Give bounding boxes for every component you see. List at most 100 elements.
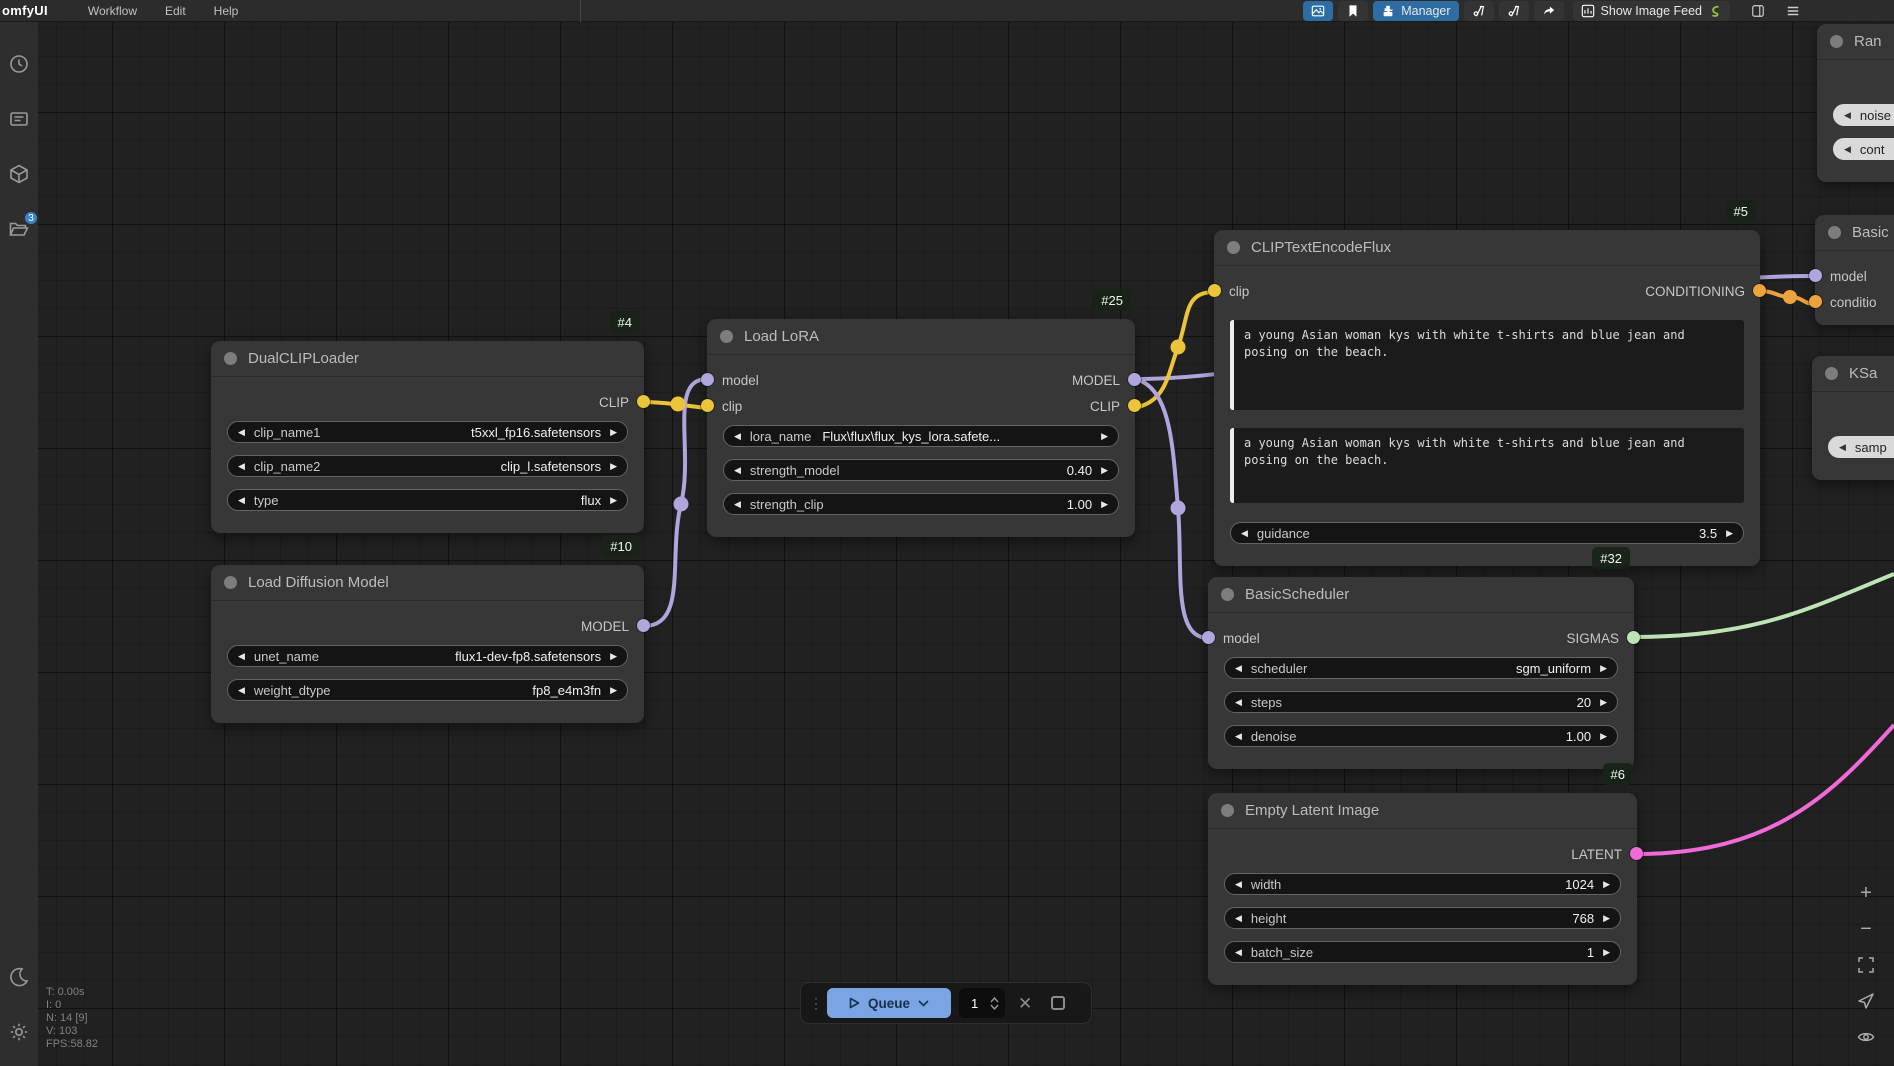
prev-arrow-icon[interactable]: ◀ bbox=[1235, 731, 1242, 741]
widget-height[interactable]: ◀ height 768 ▶ bbox=[1224, 907, 1621, 929]
toggle-visibility-button[interactable] bbox=[1853, 1024, 1879, 1050]
clip-output-port[interactable] bbox=[1128, 399, 1141, 412]
node-header[interactable]: KSa bbox=[1812, 356, 1894, 392]
prompt-textarea-t5[interactable]: a young Asian woman kys with white t-shi… bbox=[1230, 320, 1744, 410]
batch-count-stepper[interactable]: 1 bbox=[959, 988, 1005, 1018]
node-load-diffusion-model[interactable]: #10 Load Diffusion Model MODEL ◀ unet_na… bbox=[211, 535, 650, 723]
prev-arrow-icon[interactable]: ◀ bbox=[1844, 110, 1851, 120]
node-header[interactable]: BasicScheduler bbox=[1208, 577, 1634, 613]
next-arrow-icon[interactable]: ▶ bbox=[610, 651, 617, 661]
clip-input-port[interactable] bbox=[701, 399, 714, 412]
widget-guidance[interactable]: ◀ guidance 3.5 ▶ bbox=[1230, 522, 1744, 544]
next-arrow-icon[interactable]: ▶ bbox=[1726, 528, 1733, 538]
queue-button[interactable]: Queue bbox=[827, 988, 951, 1018]
widget-type[interactable]: ◀ type flux ▶ bbox=[227, 489, 628, 511]
node-header[interactable]: Ran bbox=[1817, 24, 1894, 60]
conditioning-input-port[interactable] bbox=[1809, 295, 1822, 308]
menu-edit[interactable]: Edit bbox=[151, 4, 200, 18]
prev-arrow-icon[interactable]: ◀ bbox=[1844, 144, 1851, 154]
node-header[interactable]: CLIPTextEncodeFlux bbox=[1214, 230, 1760, 266]
prev-arrow-icon[interactable]: ◀ bbox=[238, 685, 245, 695]
widget-strength-model[interactable]: ◀ strength_model 0.40 ▶ bbox=[723, 459, 1119, 481]
node-header[interactable]: Load LoRA bbox=[707, 319, 1135, 355]
prev-arrow-icon[interactable]: ◀ bbox=[1235, 663, 1242, 673]
sidebar-item-workflows[interactable]: 3 bbox=[7, 210, 39, 241]
next-arrow-icon[interactable]: ▶ bbox=[1101, 499, 1108, 509]
next-arrow-icon[interactable]: ▶ bbox=[1600, 663, 1607, 673]
node-header[interactable]: Empty Latent Image bbox=[1208, 793, 1637, 829]
widget-strength-clip[interactable]: ◀ strength_clip 1.00 ▶ bbox=[723, 493, 1119, 515]
next-arrow-icon[interactable]: ▶ bbox=[1600, 731, 1607, 741]
widget-unet-name[interactable]: ◀ unet_name flux1-dev-fp8.safetensors ▶ bbox=[227, 645, 628, 667]
clear-queue-icon[interactable]: ✕ bbox=[1013, 995, 1037, 1012]
prev-arrow-icon[interactable]: ◀ bbox=[238, 427, 245, 437]
zoom-in-button[interactable]: + bbox=[1853, 880, 1879, 906]
widget-lora-name[interactable]: ◀ lora_name Flux\flux\flux_kys_lora.safe… bbox=[723, 425, 1119, 447]
panel-toggle-button[interactable] bbox=[1743, 1, 1773, 21]
sidebar-item-theme-toggle[interactable] bbox=[7, 965, 31, 989]
node-load-lora[interactable]: #25 Load LoRA model MODEL clip CLIP ◀ lo… bbox=[701, 289, 1141, 537]
prev-arrow-icon[interactable]: ◀ bbox=[734, 431, 741, 441]
widget-noise-seed[interactable]: ◀ noise bbox=[1833, 104, 1894, 126]
prev-arrow-icon[interactable]: ◀ bbox=[238, 651, 245, 661]
next-arrow-icon[interactable]: ▶ bbox=[610, 427, 617, 437]
prev-arrow-icon[interactable]: ◀ bbox=[238, 495, 245, 505]
node-basic-guider-partial[interactable]: Basic model conditio bbox=[1809, 215, 1894, 325]
collapse-dot-icon[interactable] bbox=[224, 352, 237, 365]
next-arrow-icon[interactable]: ▶ bbox=[610, 685, 617, 695]
conditioning-output-port[interactable] bbox=[1753, 284, 1766, 297]
collapse-dot-icon[interactable] bbox=[720, 330, 733, 343]
node-empty-latent-image[interactable]: #6 Empty Latent Image LATENT ◀ width 102… bbox=[1208, 763, 1643, 985]
prev-arrow-icon[interactable]: ◀ bbox=[238, 461, 245, 471]
next-arrow-icon[interactable]: ▶ bbox=[1101, 431, 1108, 441]
widget-denoise[interactable]: ◀ denoise 1.00 ▶ bbox=[1224, 725, 1618, 747]
collapse-dot-icon[interactable] bbox=[224, 576, 237, 589]
prev-arrow-icon[interactable]: ◀ bbox=[1839, 442, 1846, 452]
widget-clip-name2[interactable]: ◀ clip_name2 clip_l.safetensors ▶ bbox=[227, 455, 628, 477]
widget-batch-size[interactable]: ◀ batch_size 1 ▶ bbox=[1224, 941, 1621, 963]
model-output-port[interactable] bbox=[637, 619, 650, 632]
prev-arrow-icon[interactable]: ◀ bbox=[1235, 947, 1242, 957]
share-button[interactable] bbox=[1533, 1, 1564, 21]
menu-help[interactable]: Help bbox=[200, 4, 253, 18]
collapse-dot-icon[interactable] bbox=[1828, 226, 1841, 239]
widget-control-after-generate[interactable]: ◀ cont bbox=[1833, 138, 1894, 160]
node-ksampler-select-partial[interactable]: KSa ◀ samp bbox=[1812, 356, 1894, 480]
next-arrow-icon[interactable]: ▶ bbox=[610, 495, 617, 505]
model-input-port[interactable] bbox=[1202, 631, 1215, 644]
manager-button[interactable]: Manager bbox=[1373, 1, 1459, 21]
node-clip-text-encode-flux[interactable]: #5 CLIPTextEncodeFlux clip CONDITIONING … bbox=[1208, 200, 1766, 566]
widget-width[interactable]: ◀ width 1024 ▶ bbox=[1224, 873, 1621, 895]
next-arrow-icon[interactable]: ▶ bbox=[1101, 465, 1108, 475]
stepper-down-icon[interactable] bbox=[990, 1004, 999, 1010]
widget-scheduler[interactable]: ◀ scheduler sgm_uniform ▶ bbox=[1224, 657, 1618, 679]
next-arrow-icon[interactable]: ▶ bbox=[1600, 697, 1607, 707]
prev-arrow-icon[interactable]: ◀ bbox=[1235, 697, 1242, 707]
sigmas-output-port[interactable] bbox=[1627, 631, 1640, 644]
show-image-feed-button[interactable]: Show Image Feed bbox=[1572, 1, 1730, 21]
prev-arrow-icon[interactable]: ◀ bbox=[1235, 879, 1242, 889]
next-arrow-icon[interactable]: ▶ bbox=[1603, 947, 1610, 957]
select-mode-button[interactable] bbox=[1853, 988, 1879, 1014]
prev-arrow-icon[interactable]: ◀ bbox=[1241, 528, 1248, 538]
node-basic-scheduler[interactable]: #32 BasicScheduler model SIGMAS ◀ schedu… bbox=[1202, 547, 1640, 769]
sidebar-item-node-library[interactable] bbox=[7, 107, 31, 131]
fit-view-button[interactable] bbox=[1853, 952, 1879, 978]
custom-scripts-button-2[interactable] bbox=[1498, 1, 1529, 21]
latent-output-port[interactable] bbox=[1630, 847, 1643, 860]
sidebar-item-settings[interactable] bbox=[7, 1020, 31, 1044]
custom-scripts-button-1[interactable] bbox=[1463, 1, 1494, 21]
sidebar-item-queue-history[interactable] bbox=[7, 52, 31, 76]
widget-weight-dtype[interactable]: ◀ weight_dtype fp8_e4m3fn ▶ bbox=[227, 679, 628, 701]
widget-steps[interactable]: ◀ steps 20 ▶ bbox=[1224, 691, 1618, 713]
node-dualcliploader[interactable]: #4 DualCLIPLoader CLIP ◀ clip_name1 t5xx… bbox=[211, 311, 650, 533]
collapse-dot-icon[interactable] bbox=[1825, 367, 1838, 380]
collapse-dot-icon[interactable] bbox=[1221, 804, 1234, 817]
node-header[interactable]: Load Diffusion Model bbox=[211, 565, 644, 601]
stepper-up-icon[interactable] bbox=[990, 996, 999, 1003]
model-input-port[interactable] bbox=[701, 373, 714, 386]
prev-arrow-icon[interactable]: ◀ bbox=[1235, 913, 1242, 923]
image-feed-button[interactable] bbox=[1303, 1, 1334, 21]
sidebar-item-model-library[interactable] bbox=[7, 162, 31, 186]
prev-arrow-icon[interactable]: ◀ bbox=[734, 499, 741, 509]
